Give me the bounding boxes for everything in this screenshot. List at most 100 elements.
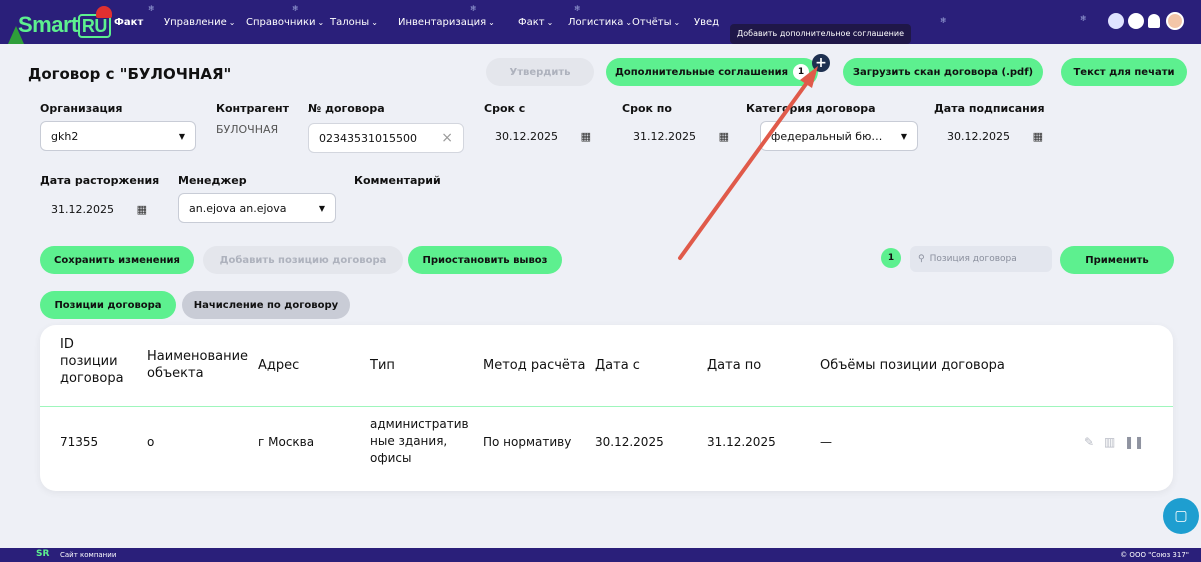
logo-text: Smart	[18, 12, 78, 37]
search-icon: ⚲	[918, 254, 925, 264]
clear-icon[interactable]: ×	[441, 130, 453, 146]
search-placeholder: Позиция договора	[929, 254, 1017, 264]
category-select[interactable]: федеральный бю… ▼	[760, 121, 918, 151]
filter-count-badge: 1	[881, 248, 901, 268]
approve-button[interactable]: Утвердить	[486, 58, 594, 86]
pause-icon[interactable]: ❚❚	[1124, 435, 1144, 449]
caret-down-icon: ▼	[178, 131, 185, 141]
col-address-header: Адрес	[258, 358, 300, 373]
snowflake-icon: ❄	[574, 4, 581, 13]
snowflake-icon: ❄	[1080, 14, 1087, 23]
date-from-field[interactable]: 30.12.2025 ▦	[484, 121, 602, 151]
trash-icon[interactable]: ▥	[1104, 435, 1115, 449]
manager-value: an.ejova an.ejova	[189, 201, 287, 215]
snowflake-icon: ❄	[148, 4, 155, 13]
calendar-icon[interactable]: ▦	[137, 203, 147, 216]
comment-label: Комментарий	[354, 174, 441, 187]
snowflake-icon: ❄	[940, 16, 947, 25]
apply-button[interactable]: Применить	[1060, 246, 1174, 274]
manager-select[interactable]: an.ejova an.ejova ▼	[178, 193, 336, 223]
date-from-label: Срок с	[484, 102, 526, 115]
cell-type: административ ные здания, офисы	[370, 417, 469, 465]
support-icon[interactable]	[1128, 13, 1144, 29]
nav-item-logistics[interactable]: Логистика ⌄	[568, 17, 632, 28]
cell-date-from: 30.12.2025	[595, 435, 664, 449]
page-title: Договор с "БУЛОЧНАЯ"	[28, 65, 232, 83]
calendar-icon[interactable]: ▦	[581, 130, 591, 143]
tab-accrual[interactable]: Начисление по договору	[182, 291, 350, 319]
additional-count-badge: 1	[793, 64, 810, 80]
contract-number-field[interactable]: 02343531015500 ×	[308, 123, 464, 153]
caret-down-icon: ▼	[318, 203, 325, 213]
snowflake-icon: ❄	[292, 4, 299, 13]
signed-date-label: Дата подписания	[934, 102, 1045, 115]
date-to-label: Срок по	[622, 102, 672, 115]
col-method-header: Метод расчёта	[483, 358, 586, 373]
top-nav: Smart RU Факт Управление ⌄ Справочники ⌄ Та…	[0, 0, 1201, 44]
col-volumes-header: Объёмы позиции договора	[820, 358, 1005, 373]
cell-address: г Москва	[258, 435, 315, 449]
help-icon[interactable]	[1108, 13, 1124, 29]
print-text-button[interactable]: Текст для печати	[1061, 58, 1187, 86]
signed-date-field[interactable]: 30.12.2025 ▦	[936, 121, 1054, 151]
tab-positions[interactable]: Позиции договора	[40, 291, 176, 319]
cell-id: 71355	[60, 435, 99, 449]
col-date-to-header: Дата по	[707, 358, 762, 373]
santa-hat-icon	[96, 6, 112, 18]
additional-agreements-button[interactable]: Дополнительные соглашения 1	[606, 58, 818, 86]
category-value: федеральный бю…	[771, 129, 883, 143]
cell-volumes: —	[820, 435, 832, 449]
chat-icon[interactable]: ▢	[1163, 498, 1199, 534]
contract-number-label: № договора	[308, 102, 385, 115]
col-type-header: Тип	[370, 358, 395, 373]
footer-logo: SR	[36, 549, 50, 559]
save-changes-button[interactable]: Сохранить изменения	[40, 246, 194, 274]
header-divider	[40, 406, 1173, 407]
termination-date-value: 31.12.2025	[51, 202, 114, 216]
footer: SR Сайт компании © ООО "Союз 317"	[0, 548, 1201, 562]
suspend-removal-button[interactable]: Приостановить вывоз	[408, 246, 562, 274]
nav-item-directories[interactable]: Справочники ⌄	[246, 17, 324, 28]
col-date-from-header: Дата с	[595, 358, 640, 373]
col-name-header: Наименование объекта	[147, 349, 249, 381]
add-position-button[interactable]: Добавить позицию договора	[203, 246, 403, 274]
category-label: Категория договора	[746, 102, 876, 115]
contract-number-value: 02343531015500	[319, 131, 417, 145]
cell-method: По нормативу	[483, 435, 572, 449]
nav-item-reports[interactable]: Отчёты ⌄	[632, 17, 680, 28]
termination-date-field[interactable]: 31.12.2025 ▦	[40, 194, 158, 224]
date-to-field[interactable]: 31.12.2025 ▦	[622, 121, 740, 151]
calendar-icon[interactable]: ▦	[719, 130, 729, 143]
org-value: gkh2	[51, 129, 79, 143]
company-site-link[interactable]: Сайт компании	[60, 551, 116, 559]
edit-icon[interactable]: ✎	[1084, 435, 1094, 449]
contractor-value: БУЛОЧНАЯ	[216, 123, 279, 136]
caret-down-icon: ▼	[900, 131, 907, 141]
date-to-value: 31.12.2025	[633, 129, 696, 143]
copyright: © ООО "Союз 317"	[1120, 551, 1189, 559]
snowflake-icon: ❄	[470, 4, 477, 13]
calendar-icon[interactable]: ▦	[1033, 130, 1043, 143]
upload-scan-button[interactable]: Загрузить скан договора (.pdf)	[843, 58, 1043, 86]
org-select[interactable]: gkh2 ▼	[40, 121, 196, 151]
position-search-input[interactable]: ⚲ Позиция договора	[910, 246, 1052, 272]
nav-item-notifications[interactable]: Увед	[694, 17, 719, 28]
org-label: Организация	[40, 102, 123, 115]
bell-icon[interactable]	[1148, 14, 1160, 28]
avatar[interactable]	[1166, 12, 1184, 30]
date-from-value: 30.12.2025	[495, 129, 558, 143]
nav-item-management[interactable]: Управление ⌄	[164, 17, 235, 28]
nav-item-coupons[interactable]: Талоны ⌄	[330, 17, 378, 28]
col-id-header: ID позиции договора	[60, 337, 124, 386]
nav-item-inventory[interactable]: Инвентаризация ⌄	[398, 17, 495, 28]
signed-date-value: 30.12.2025	[947, 129, 1010, 143]
nav-item-fact-2[interactable]: Факт ⌄	[518, 17, 553, 28]
manager-label: Менеджер	[178, 174, 247, 187]
cell-date-to: 31.12.2025	[707, 435, 776, 449]
additional-agreements-label: Дополнительные соглашения	[614, 66, 789, 78]
nav-item-fact[interactable]: Факт	[114, 17, 143, 28]
cell-name: о	[147, 435, 155, 449]
add-agreement-plus-icon[interactable]: +	[812, 54, 830, 72]
contractor-label: Контрагент	[216, 102, 290, 115]
tooltip-add-agreement: Добавить дополнительное соглашение	[730, 24, 912, 44]
